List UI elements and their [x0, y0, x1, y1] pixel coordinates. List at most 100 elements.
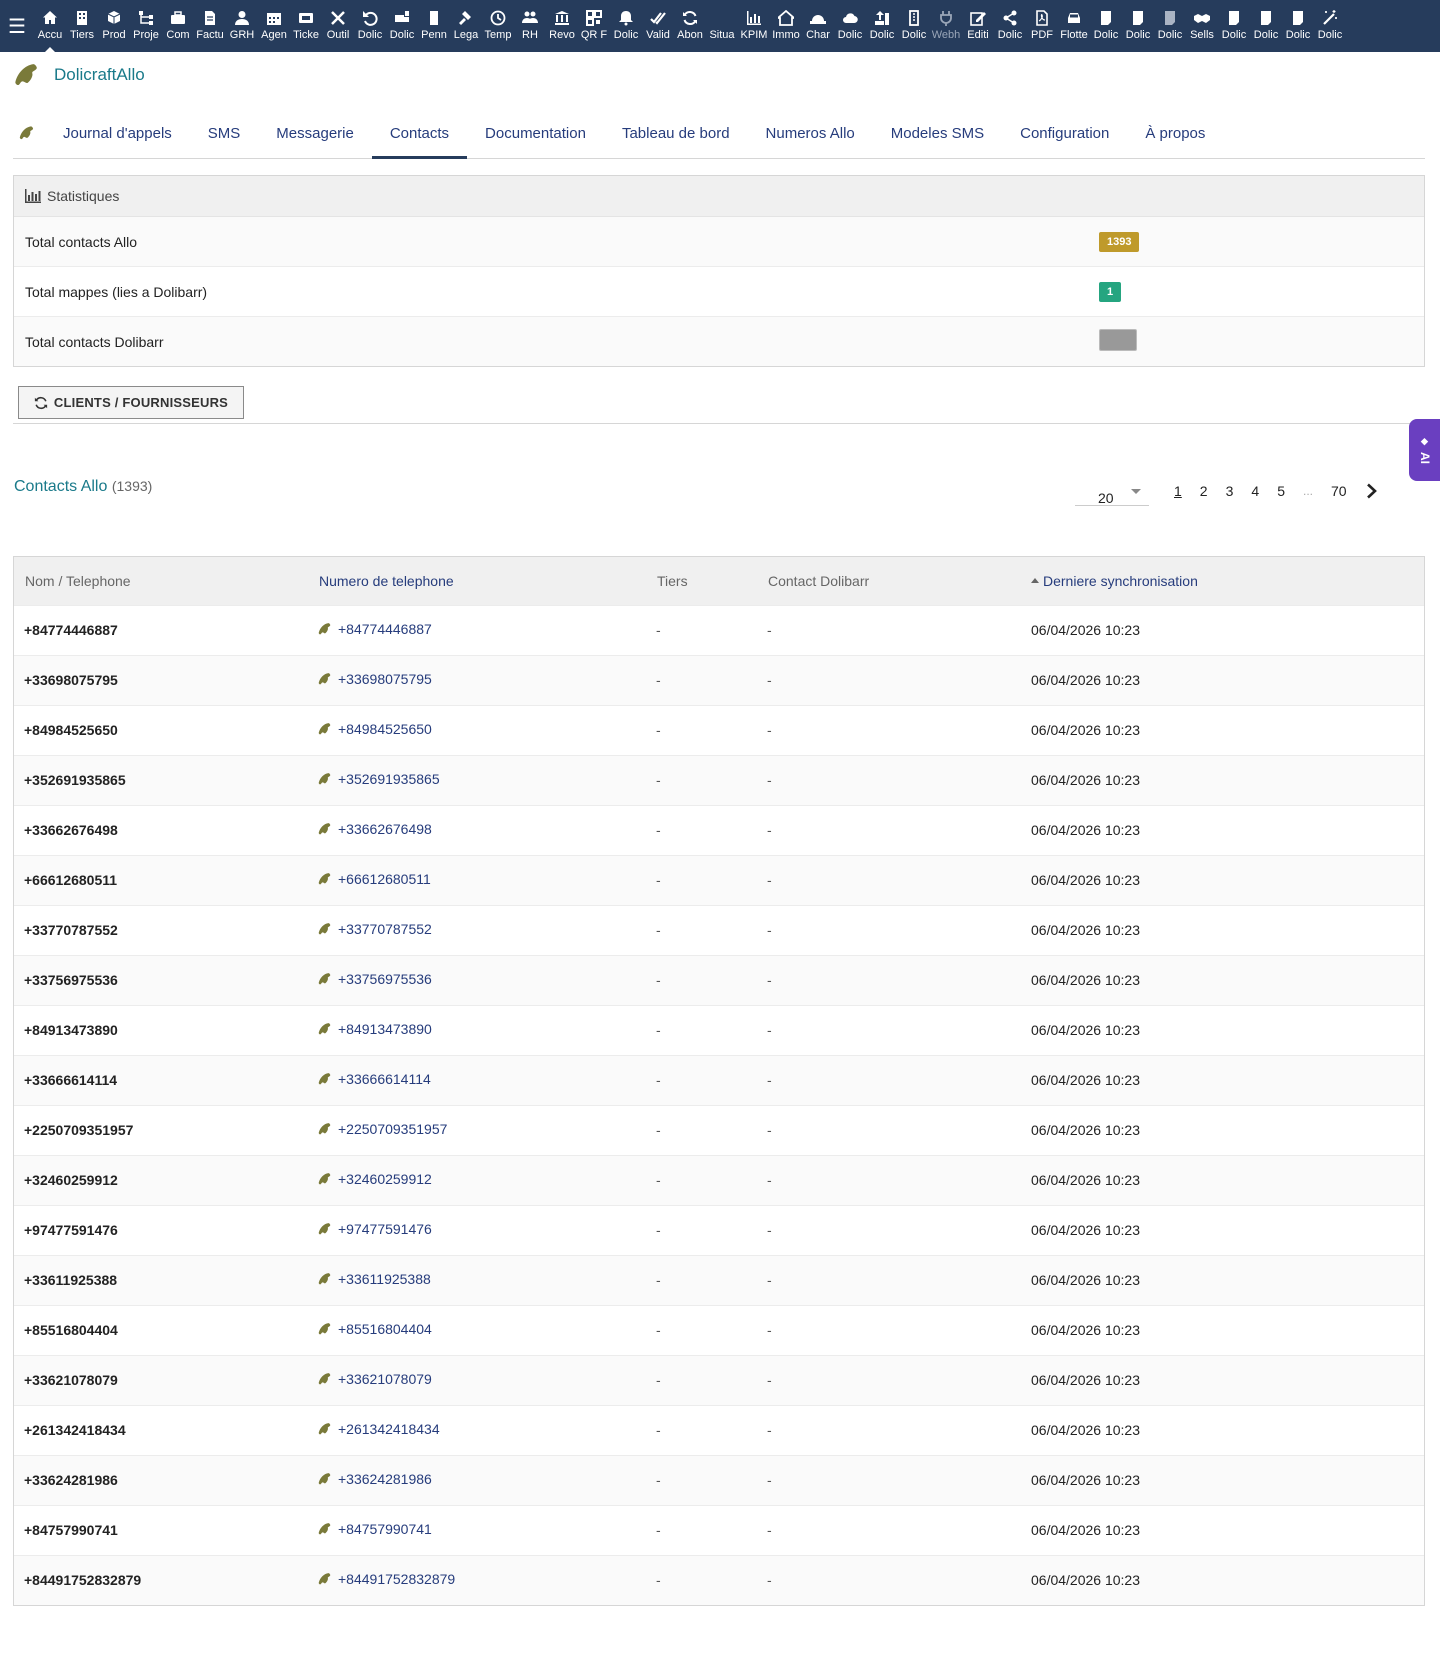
top-menu-item[interactable]: Ticke — [290, 0, 322, 52]
chevron-right-icon[interactable] — [1366, 483, 1380, 499]
top-menu-item[interactable]: Dolic — [898, 0, 930, 52]
contact-name[interactable]: +97477591476 — [24, 1222, 118, 1238]
phone-link[interactable]: +85516804404 — [318, 1321, 432, 1337]
top-menu-item[interactable]: QR F — [578, 0, 610, 52]
top-menu-item[interactable]: Outil — [322, 0, 354, 52]
module-title[interactable]: DolicraftAllo — [54, 65, 145, 85]
top-menu-item[interactable]: Flotte — [1058, 0, 1090, 52]
contact-name[interactable]: +84491752832879 — [24, 1572, 141, 1588]
column-header-contact[interactable]: Contact Dolibarr — [768, 573, 869, 589]
top-menu-item[interactable]: Webh — [930, 0, 962, 52]
contact-name[interactable]: +84913473890 — [24, 1022, 118, 1038]
top-menu-item[interactable]: Dolic — [994, 0, 1026, 52]
column-header-tiers[interactable]: Tiers — [657, 573, 688, 589]
top-menu-item[interactable]: Lega — [450, 0, 482, 52]
phone-link[interactable]: +33770787552 — [318, 921, 432, 937]
tab--propos[interactable]: À propos — [1127, 108, 1223, 158]
phone-link[interactable]: +66612680511 — [318, 871, 431, 887]
contact-name[interactable]: +33611925388 — [24, 1272, 117, 1288]
contact-name[interactable]: +33662676498 — [24, 822, 118, 838]
top-menu-item[interactable]: Proje — [130, 0, 162, 52]
top-menu-item[interactable]: PDF — [1026, 0, 1058, 52]
contact-name[interactable]: +66612680511 — [24, 872, 117, 888]
tab-contacts[interactable]: Contacts — [371, 108, 468, 159]
top-menu-item[interactable]: Char — [802, 0, 834, 52]
column-header-phone[interactable]: Numero de telephone — [319, 573, 454, 589]
top-menu-item[interactable]: Editi — [962, 0, 994, 52]
top-menu-item[interactable]: Dolic — [1090, 0, 1122, 52]
tab-modeles-sms[interactable]: Modeles SMS — [873, 108, 1002, 158]
top-menu-item[interactable]: Prod — [98, 0, 130, 52]
phone-link[interactable]: +33698075795 — [318, 671, 432, 687]
top-menu-item[interactable]: Abon — [674, 0, 706, 52]
top-menu-item[interactable]: KPIM — [738, 0, 770, 52]
column-header-name[interactable]: Nom / Telephone — [25, 573, 131, 589]
contact-name[interactable]: +33624281986 — [24, 1472, 118, 1488]
phone-link[interactable]: +32460259912 — [318, 1171, 432, 1187]
page-link-last[interactable]: 70 — [1322, 483, 1356, 499]
page-size-select[interactable]: 20 — [1075, 477, 1149, 506]
top-menu-item[interactable]: Sells — [1186, 0, 1218, 52]
page-link[interactable]: 5 — [1268, 483, 1294, 499]
page-link[interactable]: 2 — [1191, 483, 1217, 499]
tab-sms[interactable]: SMS — [190, 108, 259, 158]
top-menu-item[interactable]: Dolic — [354, 0, 386, 52]
phone-link[interactable]: +97477591476 — [318, 1221, 432, 1237]
top-menu-item[interactable]: Temp — [482, 0, 514, 52]
contact-name[interactable]: +33756975536 — [24, 972, 118, 988]
top-menu-item[interactable]: Com — [162, 0, 194, 52]
phone-link[interactable]: +33756975536 — [318, 971, 432, 987]
top-menu-item[interactable]: Immo — [770, 0, 802, 52]
page-link[interactable]: 4 — [1242, 483, 1268, 499]
top-menu-item[interactable]: Dolic — [1122, 0, 1154, 52]
phone-link[interactable]: +84757990741 — [318, 1521, 432, 1537]
tab-configuration[interactable]: Configuration — [1002, 108, 1127, 158]
phone-link[interactable]: +84491752832879 — [318, 1571, 455, 1587]
top-menu-item[interactable]: Factu — [194, 0, 226, 52]
contact-name[interactable]: +84984525650 — [24, 722, 118, 738]
contact-name[interactable]: +352691935865 — [24, 772, 126, 788]
phone-link[interactable]: +352691935865 — [318, 771, 440, 787]
phone-link[interactable]: +33666614114 — [318, 1071, 431, 1087]
phone-link[interactable]: +33611925388 — [318, 1271, 431, 1287]
phone-link[interactable]: +33624281986 — [318, 1471, 432, 1487]
top-menu-item[interactable]: RH — [514, 0, 546, 52]
sync-clients-button[interactable]: CLIENTS / FOURNISSEURS — [18, 386, 244, 419]
phone-link[interactable]: +84984525650 — [318, 721, 432, 737]
phone-link[interactable]: +261342418434 — [318, 1421, 440, 1437]
top-menu-item[interactable]: Dolic — [386, 0, 418, 52]
phone-link[interactable]: +84774446887 — [318, 621, 432, 637]
top-menu-item[interactable]: Tiers — [66, 0, 98, 52]
top-menu-item[interactable]: Dolic — [1154, 0, 1186, 52]
contact-name[interactable]: +2250709351957 — [24, 1122, 133, 1138]
contact-name[interactable]: +261342418434 — [24, 1422, 126, 1438]
top-menu-item[interactable]: Dolic — [1218, 0, 1250, 52]
top-menu-item[interactable]: Dolic — [834, 0, 866, 52]
tab-home-phone[interactable] — [13, 108, 45, 158]
contact-name[interactable]: +32460259912 — [24, 1172, 118, 1188]
tab-messagerie[interactable]: Messagerie — [258, 108, 372, 158]
contact-name[interactable]: +85516804404 — [24, 1322, 118, 1338]
top-menu-item[interactable]: Penn — [418, 0, 450, 52]
top-menu-item[interactable]: GRH — [226, 0, 258, 52]
phone-link[interactable]: +2250709351957 — [318, 1121, 447, 1137]
top-menu-item[interactable]: Dolic — [1250, 0, 1282, 52]
phone-link[interactable]: +33621078079 — [318, 1371, 432, 1387]
top-menu-item[interactable]: Agen — [258, 0, 290, 52]
top-menu-item[interactable]: Dolic — [610, 0, 642, 52]
ai-assistant-tab[interactable]: ◆ AI — [1409, 419, 1440, 481]
tab-journal-d-appels[interactable]: Journal d'appels — [45, 108, 190, 158]
contact-name[interactable]: +84774446887 — [24, 622, 118, 638]
top-menu-item[interactable]: Valid — [642, 0, 674, 52]
contact-name[interactable]: +33666614114 — [24, 1072, 117, 1088]
column-header-sync[interactable]: Derniere synchronisation — [1031, 573, 1198, 589]
contact-name[interactable]: +33698075795 — [24, 672, 118, 688]
top-menu-item[interactable]: Revo — [546, 0, 578, 52]
contact-name[interactable]: +33621078079 — [24, 1372, 118, 1388]
contact-name[interactable]: +84757990741 — [24, 1522, 118, 1538]
hamburger-menu-icon[interactable]: ☰ — [0, 0, 34, 52]
phone-link[interactable]: +33662676498 — [318, 821, 432, 837]
phone-link[interactable]: +84913473890 — [318, 1021, 432, 1037]
page-link[interactable]: 1 — [1165, 483, 1191, 499]
tab-numeros-allo[interactable]: Numeros Allo — [748, 108, 873, 158]
